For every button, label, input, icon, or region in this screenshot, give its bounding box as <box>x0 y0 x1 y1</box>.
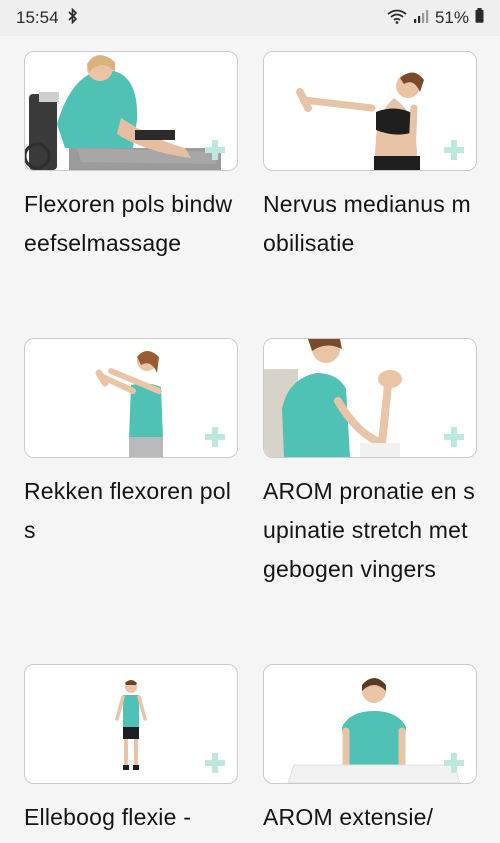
exercise-title[interactable]: Nervus medianus mobilisatie <box>263 185 477 263</box>
exercise-thumbnail[interactable] <box>24 664 238 784</box>
exercise-title[interactable]: Rekken flexoren pols <box>24 472 238 550</box>
battery-level: 51% <box>434 8 469 27</box>
add-icon[interactable] <box>444 427 464 447</box>
add-icon[interactable] <box>205 753 225 773</box>
exercise-title[interactable]: Elleboog flexie - <box>24 798 238 837</box>
exercise-card[interactable]: Rekken flexoren pols <box>24 338 238 550</box>
battery-icon <box>475 8 484 28</box>
status-time: 15:54 <box>16 8 59 27</box>
bluetooth-icon <box>67 7 79 29</box>
add-icon[interactable] <box>205 427 225 447</box>
wifi-icon <box>387 8 407 29</box>
exercise-card[interactable]: Nervus medianus mobilisatie <box>263 51 477 263</box>
exercise-card[interactable]: Flexoren pols bindweefselmassage <box>24 51 238 263</box>
exercise-title[interactable]: AROM pronatie en supinatie stretch met g… <box>263 472 477 589</box>
status-bar: 15:54 51% <box>0 0 500 36</box>
add-icon[interactable] <box>444 140 464 160</box>
add-icon[interactable] <box>205 140 225 160</box>
exercise-title[interactable]: AROM extensie/ <box>263 798 477 837</box>
exercise-thumbnail[interactable] <box>24 338 238 458</box>
exercise-title[interactable]: Flexoren pols bindweefselmassage <box>24 185 238 263</box>
signal-icon <box>413 8 429 29</box>
exercise-card[interactable]: AROM extensie/ <box>263 664 477 837</box>
exercise-card[interactable]: Elleboog flexie - <box>24 664 238 837</box>
exercise-thumbnail[interactable] <box>263 338 477 458</box>
exercise-thumbnail[interactable] <box>263 51 477 171</box>
add-icon[interactable] <box>444 753 464 773</box>
exercise-thumbnail[interactable] <box>263 664 477 784</box>
exercise-card[interactable]: AROM pronatie en supinatie stretch met g… <box>263 338 477 589</box>
exercise-thumbnail[interactable] <box>24 51 238 171</box>
